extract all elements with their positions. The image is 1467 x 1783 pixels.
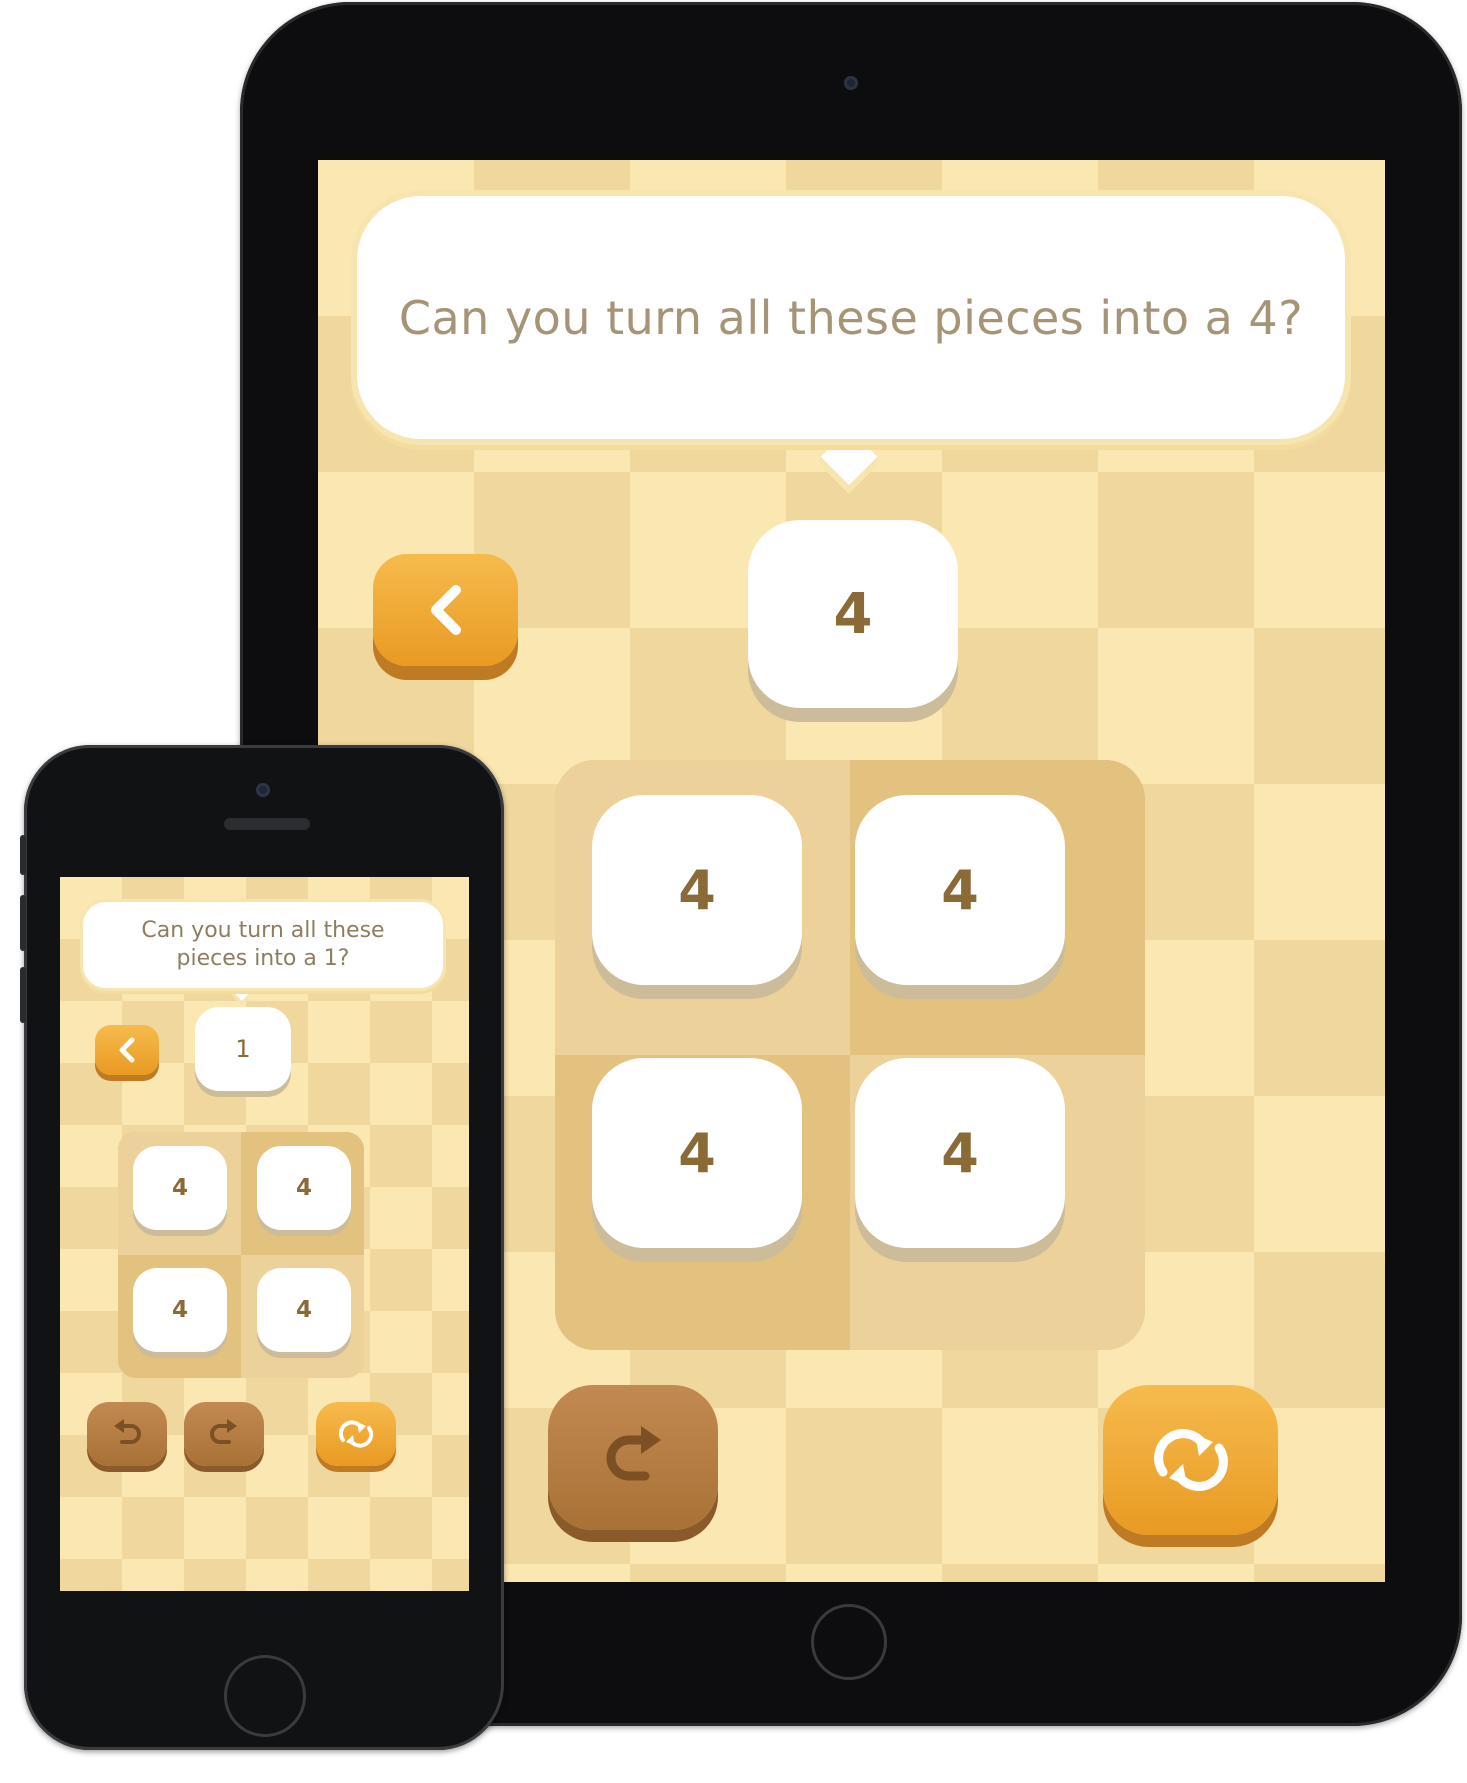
tablet-camera: [844, 76, 858, 90]
phone-volume-down: [20, 967, 26, 1023]
tablet-home-button[interactable]: [811, 1604, 887, 1680]
prompt-bubble: Can you turn all these pieces into a 4?: [351, 190, 1351, 445]
board-tile[interactable]: 4: [855, 1058, 1065, 1248]
board-tile[interactable]: 4: [257, 1146, 351, 1230]
restart-icon: [338, 1420, 374, 1448]
phone-home-button[interactable]: [224, 1655, 306, 1737]
board-tile[interactable]: 4: [133, 1268, 227, 1352]
game-board: 4 4 4 4: [555, 760, 1145, 1350]
phone-camera: [256, 783, 270, 797]
chevron-left-icon: [430, 585, 461, 635]
board-tile[interactable]: 4: [592, 795, 802, 985]
restart-icon: [1153, 1429, 1228, 1491]
restart-button[interactable]: [316, 1402, 396, 1466]
game-board: 4 4 4 4: [118, 1132, 364, 1378]
redo-button[interactable]: [548, 1385, 718, 1530]
board-tile[interactable]: 4: [592, 1058, 802, 1248]
restart-button[interactable]: [1103, 1385, 1278, 1535]
phone-mute-switch: [20, 835, 26, 875]
prompt-text: Can you turn all these pieces into a 1?: [141, 918, 385, 971]
back-button[interactable]: [95, 1025, 159, 1075]
phone-speaker: [224, 818, 310, 830]
target-tile: 4: [748, 520, 958, 708]
phone-volume-up: [20, 895, 26, 951]
target-tile: 1: [195, 1007, 291, 1091]
back-button[interactable]: [373, 554, 518, 666]
chevron-left-icon: [119, 1037, 135, 1063]
redo-button[interactable]: [184, 1402, 264, 1466]
phone-device: Can you turn all these pieces into a 1? …: [20, 745, 504, 1750]
board-tile[interactable]: 4: [855, 795, 1065, 985]
redo-icon: [606, 1425, 661, 1480]
undo-button[interactable]: [87, 1402, 167, 1466]
prompt-bubble: Can you turn all these pieces into a 1?: [80, 899, 446, 991]
board-tile[interactable]: 4: [257, 1268, 351, 1352]
redo-icon: [210, 1419, 237, 1444]
phone-screen: Can you turn all these pieces into a 1? …: [60, 877, 469, 1591]
undo-icon: [114, 1419, 141, 1444]
board-tile[interactable]: 4: [133, 1146, 227, 1230]
prompt-text: Can you turn all these pieces into a 4?: [398, 290, 1304, 345]
